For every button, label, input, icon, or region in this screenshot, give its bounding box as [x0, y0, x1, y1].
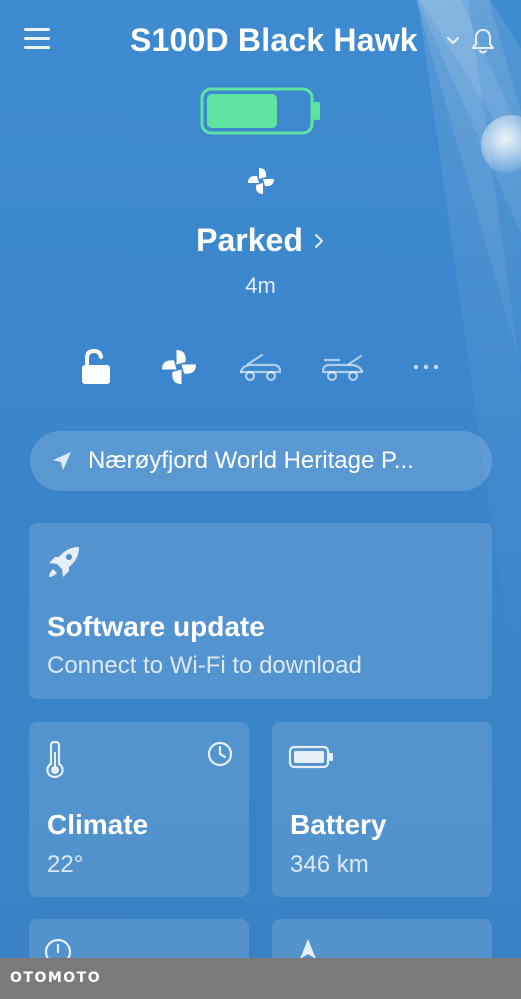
- clock-icon[interactable]: [206, 740, 234, 768]
- climate-title: Climate: [47, 809, 149, 840]
- location-text: Nærøyfjord World Heritage P...: [88, 447, 414, 474]
- thermometer-icon: [46, 740, 64, 778]
- rocket-icon: [49, 547, 79, 577]
- bell-icon[interactable]: [469, 26, 497, 56]
- battery-fill: [207, 94, 277, 128]
- battery-card[interactable]: Battery 346 km: [272, 722, 492, 897]
- software-update-title: Software update: [47, 611, 265, 642]
- climate-card[interactable]: Climate 22°: [29, 722, 249, 897]
- chevron-right-icon: [314, 233, 323, 248]
- hamburger-menu-icon[interactable]: [24, 28, 54, 52]
- unlock-icon[interactable]: [74, 345, 118, 389]
- battery-range: 346 km: [290, 851, 369, 878]
- vehicle-status: Parked: [0, 222, 521, 259]
- battery-icon: [288, 745, 333, 769]
- location-bar[interactable]: Nærøyfjord World Heritage P...: [30, 431, 492, 491]
- header: S100D Black Hawk: [0, 18, 521, 64]
- vehicle-name-title[interactable]: S100D Black Hawk: [130, 22, 418, 59]
- more-icon[interactable]: [404, 345, 448, 389]
- watermark-logo: OTOMOTO: [10, 970, 102, 986]
- navigation-arrow-icon: [53, 452, 71, 470]
- fan-icon[interactable]: [157, 345, 201, 389]
- status-label: Parked: [196, 222, 303, 258]
- battery-title: Battery: [290, 809, 387, 840]
- trunk-icon[interactable]: [321, 345, 365, 389]
- fan-icon: [248, 168, 274, 194]
- chevron-down-icon[interactable]: [446, 34, 460, 48]
- climate-value: 22°: [47, 851, 84, 878]
- quick-controls: [0, 345, 521, 389]
- watermark-footer: OTOMOTO: [0, 958, 521, 999]
- frunk-icon[interactable]: [238, 345, 282, 389]
- status-duration: 4m: [245, 273, 276, 298]
- software-update-card[interactable]: Software update Connect to Wi-Fi to down…: [29, 523, 492, 699]
- status-link[interactable]: Parked: [196, 222, 325, 259]
- software-update-subtitle: Connect to Wi-Fi to download: [47, 652, 362, 679]
- battery-icon: [200, 87, 320, 135]
